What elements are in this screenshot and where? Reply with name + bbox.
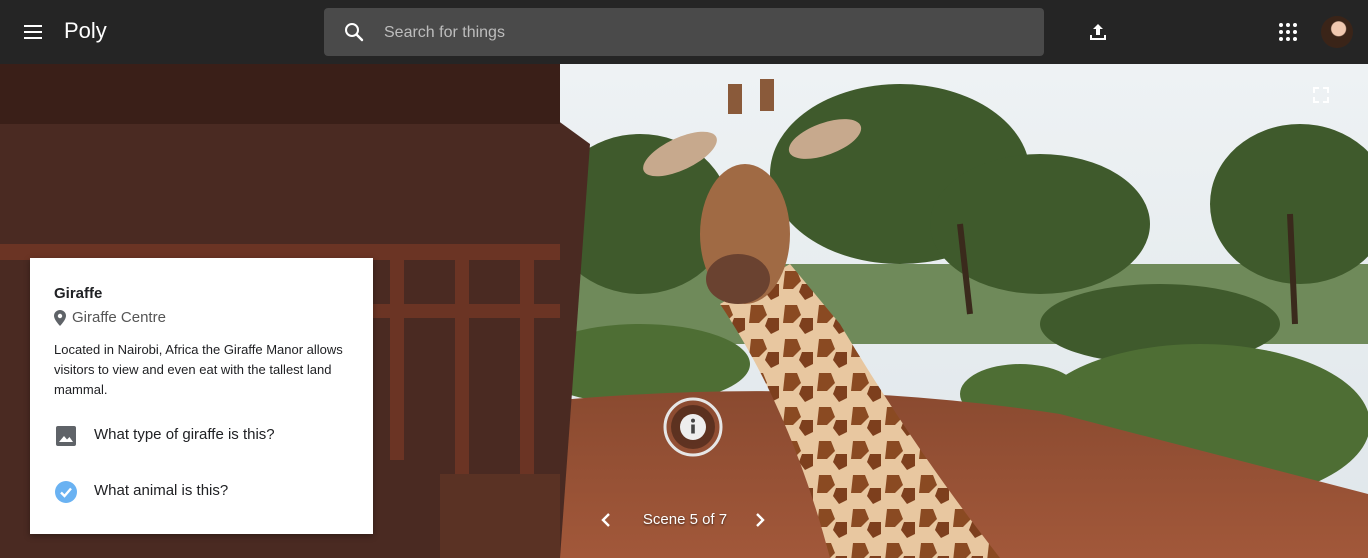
- check-circle-icon: [55, 481, 77, 503]
- app-title[interactable]: Poly: [64, 18, 107, 44]
- scene-navigation: Scene 5 of 7: [590, 506, 780, 534]
- fullscreen-icon: [1313, 87, 1329, 103]
- menu-button[interactable]: [20, 20, 48, 44]
- scene-viewer[interactable]: Giraffe Giraffe Centre Located in Nairob…: [0, 64, 1368, 558]
- fullscreen-button[interactable]: [1312, 86, 1330, 104]
- top-app-bar: Poly: [0, 0, 1368, 64]
- menu-icon: [24, 25, 42, 39]
- image-icon: [56, 426, 76, 446]
- upload-icon: [1090, 24, 1106, 40]
- upload-button[interactable]: [1086, 20, 1110, 44]
- search-input[interactable]: [382, 8, 1026, 58]
- info-card: Giraffe Giraffe Centre Located in Nairob…: [30, 258, 373, 534]
- apps-button[interactable]: [1276, 20, 1300, 44]
- search-icon: [345, 23, 364, 42]
- card-description: Located in Nairobi, Africa the Giraffe M…: [54, 342, 343, 397]
- location-pin-icon: [54, 310, 66, 326]
- question-item[interactable]: What animal is this?: [54, 478, 354, 506]
- next-scene-button[interactable]: [750, 510, 770, 530]
- question-label: What animal is this?: [94, 482, 229, 499]
- apps-grid-icon: [1279, 23, 1297, 41]
- info-icon: [663, 397, 723, 457]
- previous-scene-button[interactable]: [596, 510, 616, 530]
- question-label: What type of giraffe is this?: [94, 426, 275, 443]
- question-item[interactable]: What type of giraffe is this?: [54, 422, 354, 450]
- card-title: Giraffe: [54, 285, 103, 302]
- avatar[interactable]: [1321, 16, 1353, 48]
- card-location-label: Giraffe Centre: [72, 309, 166, 326]
- chevron-right-icon: [756, 513, 765, 527]
- info-button[interactable]: [663, 397, 723, 457]
- search-bar[interactable]: [324, 8, 1044, 58]
- scene-counter: Scene 5 of 7: [642, 511, 728, 528]
- chevron-left-icon: [601, 513, 610, 527]
